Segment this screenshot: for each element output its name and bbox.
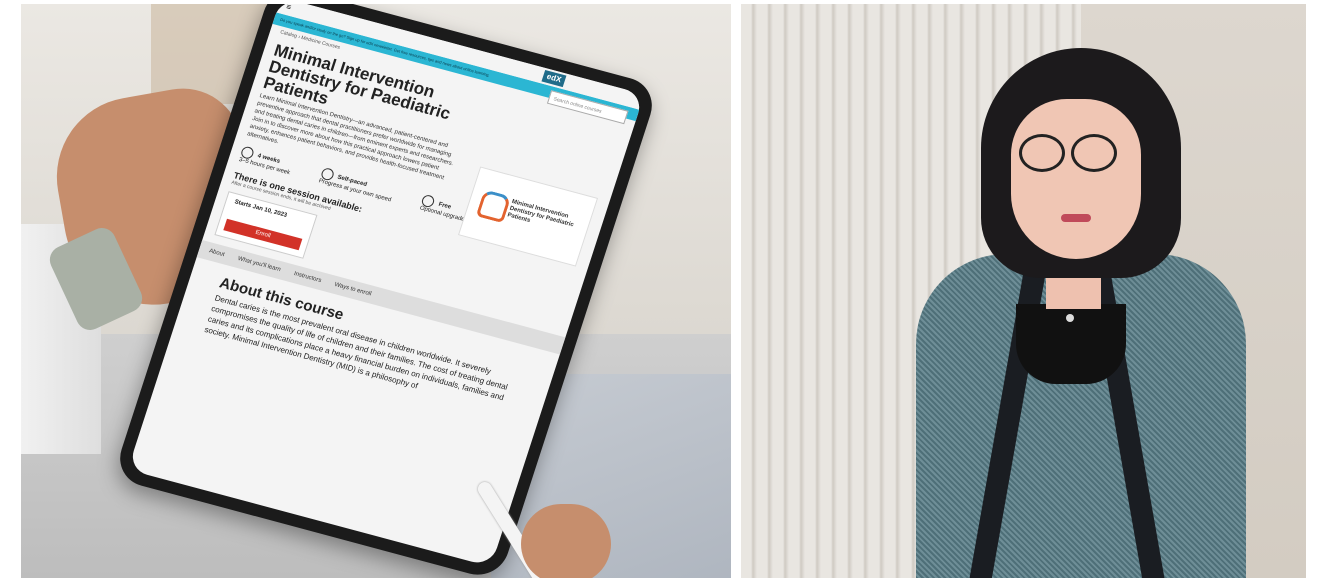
price-label: Free [437, 201, 452, 211]
card-title: Minimal Intervention Dentistry for Paedi… [506, 198, 575, 229]
lips [1061, 214, 1091, 222]
tablet-photo: ≡ Do you speak and/or study on the go? S… [21, 4, 731, 578]
glasses-lens-right [1071, 134, 1117, 172]
right-hand [521, 504, 611, 578]
glasses-icon [1019, 134, 1065, 172]
portrait-photo [741, 4, 1306, 578]
pendant-necklace [1066, 314, 1074, 322]
tab-about[interactable]: About [208, 248, 225, 258]
menu-icon[interactable]: ≡ [285, 4, 292, 12]
tab-instructors[interactable]: Instructors [293, 271, 322, 284]
face [1011, 99, 1141, 259]
enroll-button[interactable]: Enroll [223, 218, 303, 251]
